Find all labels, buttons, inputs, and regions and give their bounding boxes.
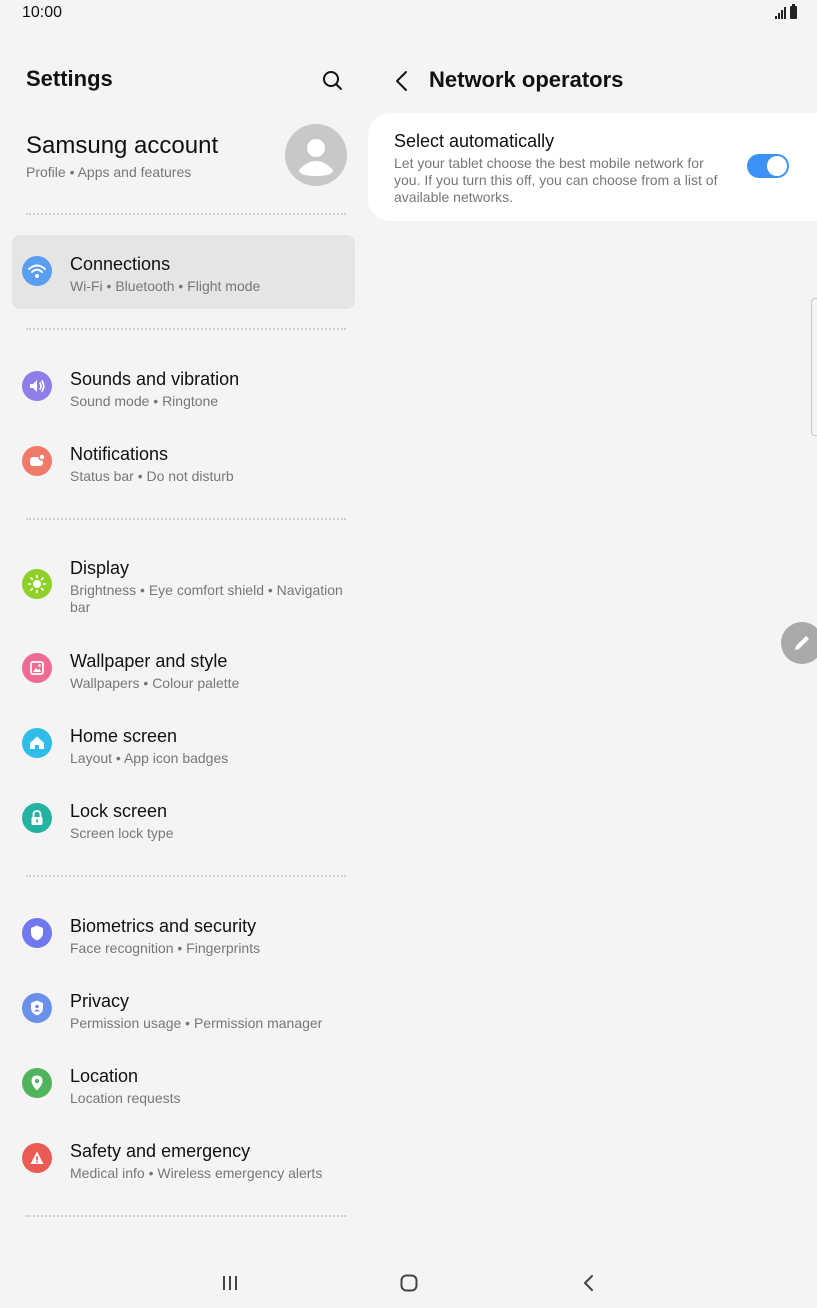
shield-icon <box>22 918 52 948</box>
recents-icon <box>223 1276 237 1290</box>
menu-item-subtitle: Medical info • Wireless emergency alerts <box>70 1165 323 1181</box>
status-time: 10:00 <box>22 4 63 21</box>
select-automatically-card[interactable]: Select automatically Let your tablet cho… <box>368 113 817 221</box>
menu-item-label: Wallpaper and style <box>70 651 228 671</box>
menu-item-label: Location <box>70 1066 139 1086</box>
menu-item-notifications[interactable]: Notifications Status bar • Do not distur… <box>12 425 355 499</box>
menu-item-label: Home screen <box>70 726 178 746</box>
network-operators-pane: Network operators Select automatically L… <box>368 28 817 1258</box>
image-icon <box>22 653 52 683</box>
menu-item-subtitle: Layout • App icon badges <box>70 750 229 766</box>
menu-item-label: Biometrics and security <box>70 916 257 936</box>
divider <box>26 213 346 215</box>
menu-item-subtitle: Wallpapers • Colour palette <box>70 675 240 691</box>
settings-list-pane: Settings Samsung account Profile • Apps … <box>0 28 368 1258</box>
back-button[interactable] <box>390 66 414 96</box>
menu-item-connections[interactable]: Connections Wi-Fi • Bluetooth • Flight m… <box>12 235 355 309</box>
menu-item-label: Safety and emergency <box>70 1141 251 1161</box>
search-button[interactable] <box>318 66 348 96</box>
navigation-bar <box>0 1258 817 1308</box>
menu-item-lock-screen[interactable]: Lock screen Screen lock type <box>12 782 355 856</box>
menu-item-wallpaper-and-style[interactable]: Wallpaper and style Wallpapers • Colour … <box>12 632 355 706</box>
divider <box>26 875 346 877</box>
page-title: Network operators <box>429 67 624 92</box>
menu-item-privacy[interactable]: Privacy Permission usage • Permission ma… <box>12 972 355 1046</box>
wifi-icon <box>22 256 52 286</box>
speaker-icon <box>22 371 52 401</box>
toggle-knob <box>767 156 787 176</box>
alert-icon <box>22 1143 52 1173</box>
menu-item-subtitle: Location requests <box>70 1090 181 1106</box>
menu-item-subtitle: Brightness • Eye comfort shield • Naviga… <box>70 582 343 615</box>
home-circle-icon <box>400 1274 418 1292</box>
settings-title: Settings <box>26 66 113 91</box>
chevron-left-icon <box>396 71 407 91</box>
menu-item-biometrics-and-security[interactable]: Biometrics and security Face recognition… <box>12 897 355 971</box>
menu-item-label: Notifications <box>70 444 169 464</box>
menu-item-subtitle: Permission usage • Permission manager <box>70 1015 323 1031</box>
location-pin-icon <box>22 1068 52 1098</box>
account-subtitle: Profile • Apps and features <box>26 164 192 180</box>
lock-icon <box>22 803 52 833</box>
account-title: Samsung account <box>26 132 219 159</box>
samsung-account-entry[interactable]: Samsung account Profile • Apps and featu… <box>26 124 356 208</box>
menu-item-label: Lock screen <box>70 801 168 821</box>
edit-button[interactable] <box>781 622 817 664</box>
privacy-shield-icon <box>22 993 52 1023</box>
option-title: Select automatically <box>394 131 555 151</box>
select-automatically-toggle[interactable] <box>747 154 789 178</box>
menu-item-subtitle: Wi-Fi • Bluetooth • Flight mode <box>70 278 261 294</box>
menu-item-subtitle: Screen lock type <box>70 825 174 841</box>
status-bar: 10:00 <box>0 0 817 28</box>
sun-icon <box>22 569 52 599</box>
divider <box>26 1215 346 1217</box>
menu-item-label: Display <box>70 558 130 578</box>
nav-back-button[interactable] <box>574 1268 604 1298</box>
menu-item-display[interactable]: Display Brightness • Eye comfort shield … <box>12 540 355 632</box>
menu-item-label: Privacy <box>70 991 130 1011</box>
menu-item-sounds-and-vibration[interactable]: Sounds and vibration Sound mode • Ringto… <box>12 350 355 424</box>
menu-item-home-screen[interactable]: Home screen Layout • App icon badges <box>12 707 355 781</box>
divider <box>26 518 346 520</box>
home-button[interactable] <box>394 1268 424 1298</box>
recents-button[interactable] <box>215 1268 245 1298</box>
menu-item-location[interactable]: Location Location requests <box>12 1047 355 1121</box>
menu-item-label: Connections <box>70 254 171 274</box>
notification-icon <box>22 446 52 476</box>
nav-back-icon <box>584 1275 593 1291</box>
search-icon <box>323 71 342 90</box>
signal-icon <box>775 7 786 19</box>
person-icon <box>299 139 333 176</box>
option-description: Let your tablet choose the best mobile n… <box>394 155 718 205</box>
home-icon <box>22 728 52 758</box>
divider <box>26 328 346 330</box>
battery-icon <box>790 4 797 19</box>
pencil-icon <box>795 636 809 650</box>
status-icons <box>775 4 797 19</box>
menu-item-subtitle: Sound mode • Ringtone <box>70 393 219 409</box>
menu-item-subtitle: Status bar • Do not disturb <box>70 468 234 484</box>
menu-item-subtitle: Face recognition • Fingerprints <box>70 940 261 956</box>
menu-item-safety-and-emergency[interactable]: Safety and emergency Medical info • Wire… <box>12 1122 355 1196</box>
edge-panel-handle[interactable] <box>811 298 817 436</box>
avatar <box>285 124 347 186</box>
menu-item-label: Sounds and vibration <box>70 369 240 389</box>
